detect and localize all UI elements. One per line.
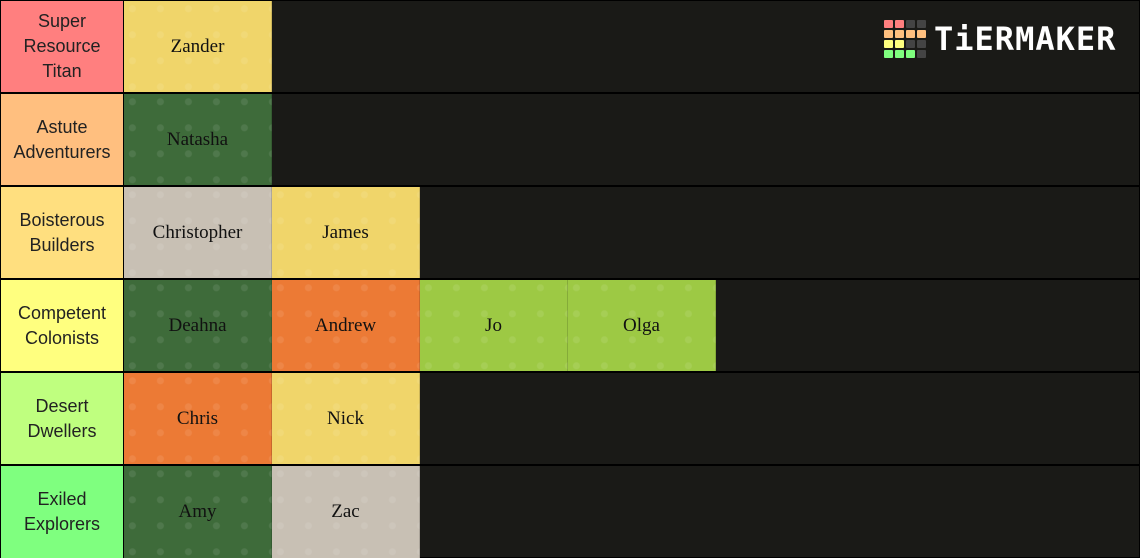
logo-cell — [906, 40, 915, 48]
tier-row: Boisterous Builders Christopher James — [1, 187, 1139, 280]
tier-label[interactable]: Competent Colonists — [1, 280, 124, 371]
logo-cell — [906, 20, 915, 28]
logo-grid-icon — [884, 20, 926, 58]
logo-cell — [884, 30, 893, 38]
tier-label[interactable]: Super Resource Titan — [1, 1, 124, 92]
logo-cell — [884, 20, 893, 28]
tier-items: Christopher James — [124, 187, 1139, 278]
tier-item[interactable]: Christopher — [124, 187, 272, 278]
tier-item[interactable]: Deahna — [124, 280, 272, 371]
tier-item[interactable]: Chris — [124, 373, 272, 464]
logo-cell — [895, 40, 904, 48]
tier-label[interactable]: Exiled Explorers — [1, 466, 124, 558]
tier-row: Competent Colonists Deahna Andrew Jo Olga — [1, 280, 1139, 373]
tier-item[interactable]: Olga — [568, 280, 716, 371]
tier-label[interactable]: Desert Dwellers — [1, 373, 124, 464]
logo-cell — [884, 50, 893, 58]
tier-item[interactable]: Amy — [124, 466, 272, 558]
tier-item[interactable]: Zander — [124, 1, 272, 92]
logo-cell — [917, 20, 926, 28]
tier-item[interactable]: Nick — [272, 373, 420, 464]
tier-item[interactable]: Jo — [420, 280, 568, 371]
tier-items: Chris Nick — [124, 373, 1139, 464]
tier-item[interactable]: Andrew — [272, 280, 420, 371]
logo-cell — [895, 30, 904, 38]
logo-cell — [917, 30, 926, 38]
logo-cell — [917, 50, 926, 58]
logo-text: TiERMAKER — [934, 20, 1117, 58]
logo-cell — [906, 50, 915, 58]
tier-item[interactable]: Zac — [272, 466, 420, 558]
logo-cell — [895, 20, 904, 28]
tier-item[interactable]: Natasha — [124, 94, 272, 185]
tier-item[interactable]: James — [272, 187, 420, 278]
logo-cell — [895, 50, 904, 58]
tier-label[interactable]: Astute Adventurers — [1, 94, 124, 185]
logo-cell — [917, 40, 926, 48]
tier-row: Desert Dwellers Chris Nick — [1, 373, 1139, 466]
tier-row: Astute Adventurers Natasha — [1, 94, 1139, 187]
tier-items: Amy Zac — [124, 466, 1139, 558]
tier-items: Natasha — [124, 94, 1139, 185]
tier-row: Exiled Explorers Amy Zac — [1, 466, 1139, 558]
logo-cell — [884, 40, 893, 48]
tier-label[interactable]: Boisterous Builders — [1, 187, 124, 278]
logo-cell — [906, 30, 915, 38]
tier-items: Deahna Andrew Jo Olga — [124, 280, 1139, 371]
tier-list-board: Super Resource Titan Zander Astute Adventu… — [0, 0, 1140, 558]
tiermaker-logo: TiERMAKER — [884, 20, 1116, 58]
